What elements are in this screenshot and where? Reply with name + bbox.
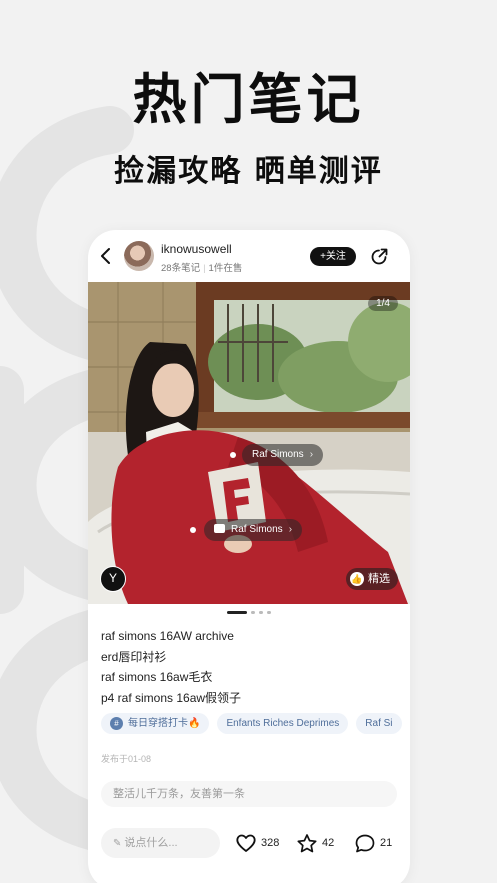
action-bar: ✎ 说点什么... 328 42 21 bbox=[88, 828, 410, 862]
comment-button[interactable]: 21 bbox=[354, 832, 392, 854]
share-icon[interactable] bbox=[369, 247, 389, 267]
image-pagination bbox=[88, 611, 410, 614]
author-notes-count: 28条笔记 bbox=[161, 263, 201, 274]
author-meta: 28条笔记 | 1件在售 bbox=[161, 263, 243, 274]
heart-icon bbox=[236, 834, 256, 852]
post-header: iknowusowell 28条笔记 | 1件在售 +关注 bbox=[88, 230, 410, 282]
product-tag-label: Raf Simons bbox=[231, 524, 283, 535]
pencil-icon: ✎ bbox=[113, 838, 122, 849]
pagination-dot bbox=[259, 611, 263, 614]
promo-subline: 捡漏攻略 晒单测评 bbox=[114, 154, 383, 189]
author-name[interactable]: iknowusowell bbox=[161, 242, 232, 256]
like-button[interactable]: 328 bbox=[235, 832, 279, 854]
brand-icon[interactable]: Y bbox=[100, 566, 126, 592]
say-input[interactable]: ✎ 说点什么... bbox=[101, 828, 220, 858]
featured-badge[interactable]: 👍 精选 bbox=[346, 568, 398, 590]
tag-anchor-dot bbox=[230, 452, 236, 458]
topic-chips: # 每日穿搭打卡🔥 Enfants Riches Deprimes Raf Si bbox=[101, 713, 410, 734]
photo-scene bbox=[88, 282, 410, 604]
thumbs-up-icon: 👍 bbox=[350, 572, 364, 586]
pagination-dot bbox=[267, 611, 271, 614]
star-count: 42 bbox=[322, 837, 335, 849]
caption-line: p4 raf simons 16aw假领子 bbox=[101, 690, 242, 705]
caption-line: erd唇印衬衫 bbox=[101, 649, 167, 664]
follow-button[interactable]: +关注 bbox=[310, 247, 356, 266]
bag-icon bbox=[214, 524, 225, 533]
post-caption: raf simons 16AW archive erd唇印衬衫 raf simo… bbox=[101, 626, 241, 708]
posted-date: 发布于01-08 bbox=[101, 754, 152, 764]
tag-anchor-dot bbox=[190, 527, 196, 533]
pagination-dot bbox=[251, 611, 255, 614]
promo-headline: 热门笔记 bbox=[132, 68, 365, 131]
pagination-dot-active bbox=[227, 611, 247, 614]
topic-chip-label: 每日穿搭打卡🔥 bbox=[128, 718, 201, 729]
product-tag-label: Raf Simons bbox=[252, 449, 304, 460]
comment-count: 21 bbox=[380, 837, 393, 849]
like-count: 328 bbox=[261, 837, 280, 849]
star-icon bbox=[297, 833, 317, 852]
brand-chip[interactable]: Enfants Riches Deprimes bbox=[217, 713, 349, 734]
say-placeholder: 说点什么... bbox=[124, 837, 178, 849]
brand-chip[interactable]: Raf Si bbox=[356, 713, 402, 734]
brand-chip-label: Enfants Riches Deprimes bbox=[226, 718, 340, 729]
post-image[interactable]: 1/4 Raf Simons › Raf Simons › Y 👍 精选 bbox=[88, 282, 410, 604]
product-tag[interactable]: Raf Simons › bbox=[242, 444, 324, 466]
featured-label: 精选 bbox=[368, 573, 390, 585]
author-on-sale: 1件在售 bbox=[208, 263, 243, 274]
back-icon[interactable] bbox=[98, 246, 114, 266]
chevron-right-icon: › bbox=[309, 449, 314, 460]
product-tag[interactable]: Raf Simons › bbox=[204, 519, 303, 541]
collect-button[interactable]: 42 bbox=[296, 832, 334, 854]
caption-line: raf simons 16aw毛衣 bbox=[101, 670, 213, 684]
author-avatar[interactable] bbox=[124, 241, 154, 271]
caption-line: raf simons 16AW archive bbox=[101, 629, 234, 643]
post-detail-card: iknowusowell 28条笔记 | 1件在售 +关注 1/4 Raf Si… bbox=[88, 230, 410, 883]
comment-input[interactable]: 整活儿千万条，友善第一条 bbox=[101, 781, 397, 807]
comment-icon bbox=[355, 834, 375, 852]
chevron-right-icon: › bbox=[288, 524, 293, 535]
hashtag-icon: # bbox=[110, 717, 123, 730]
image-counter: 1/4 bbox=[368, 296, 398, 311]
topic-chip[interactable]: # 每日穿搭打卡🔥 bbox=[101, 713, 210, 734]
brand-chip-label: Raf Si bbox=[365, 718, 393, 729]
